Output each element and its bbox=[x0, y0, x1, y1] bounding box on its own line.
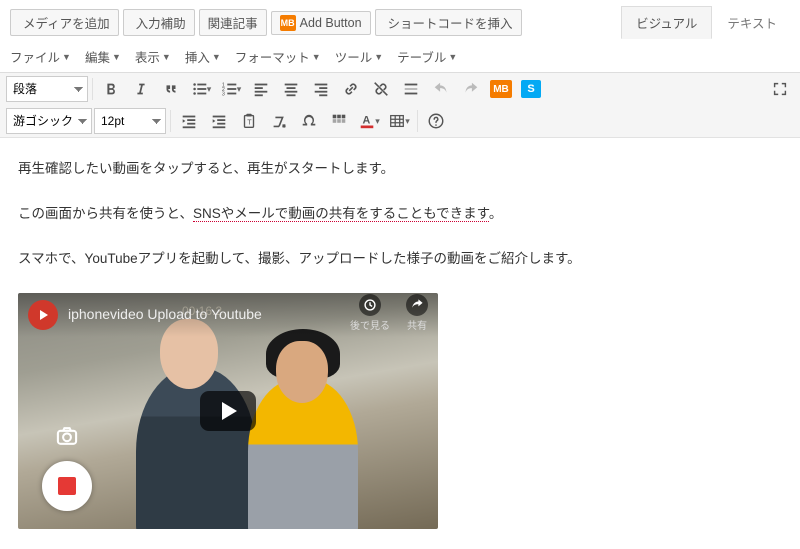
outdent-button[interactable] bbox=[175, 108, 203, 134]
paragraph: この画面から共有を使うと、SNSやメールで動画の共有をすることもできます。 bbox=[18, 203, 782, 226]
undo-button[interactable] bbox=[427, 76, 455, 102]
svg-text:3: 3 bbox=[222, 91, 225, 97]
menu-view[interactable]: 表示▼ bbox=[135, 47, 171, 66]
clear-format-button[interactable] bbox=[265, 108, 293, 134]
menu-format[interactable]: フォーマット▼ bbox=[235, 47, 321, 66]
s-badge-button[interactable]: S bbox=[517, 76, 545, 102]
font-family-select[interactable]: 游ゴシック体 bbox=[6, 108, 92, 134]
chevron-down-icon: ▼ bbox=[162, 52, 171, 62]
label: メディアを追加 bbox=[23, 13, 110, 32]
read-more-button[interactable] bbox=[397, 76, 425, 102]
tab-visual[interactable]: ビジュアル bbox=[621, 6, 712, 39]
chevron-down-icon: ▼ bbox=[448, 52, 457, 62]
menu-table[interactable]: テーブル▼ bbox=[397, 47, 457, 66]
s-badge: S bbox=[521, 80, 541, 98]
label: ショートコードを挿入 bbox=[388, 13, 513, 32]
insert-shortcode-button[interactable]: ショートコードを挿入 bbox=[375, 9, 522, 36]
record-button-icon bbox=[42, 461, 92, 511]
chevron-down-icon: ▾ bbox=[207, 84, 212, 95]
editor-content[interactable]: 再生確認したい動画をタップすると、再生がスタートします。 この画面から共有を使う… bbox=[0, 138, 800, 549]
svg-text:T: T bbox=[247, 118, 252, 127]
align-left-button[interactable] bbox=[247, 76, 275, 102]
mb-badge-button[interactable]: MB bbox=[487, 76, 515, 102]
indent-button[interactable] bbox=[205, 108, 233, 134]
numbered-list-button[interactable]: 123▾ bbox=[217, 76, 245, 102]
tab-text[interactable]: テキスト bbox=[712, 6, 792, 39]
label: 入力補助 bbox=[136, 13, 186, 32]
label: Add Button bbox=[300, 16, 362, 30]
youtube-logo-icon bbox=[28, 300, 58, 330]
add-button-button[interactable]: MB Add Button bbox=[271, 11, 371, 35]
table-button[interactable]: ▾ bbox=[385, 108, 413, 134]
redo-button[interactable] bbox=[457, 76, 485, 102]
play-button[interactable] bbox=[200, 391, 256, 431]
chevron-down-icon: ▼ bbox=[112, 52, 121, 62]
youtube-embed[interactable]: 00:16.2 iphonevideo Upload to Youtube 後で… bbox=[18, 293, 438, 529]
chevron-down-icon: ▼ bbox=[212, 52, 221, 62]
input-assist-button[interactable]: 入力補助 bbox=[123, 9, 195, 36]
camera-overlay-icon bbox=[52, 421, 82, 451]
menu-insert[interactable]: 挿入▼ bbox=[185, 47, 221, 66]
special-char-button[interactable] bbox=[295, 108, 323, 134]
svg-text:A: A bbox=[363, 115, 371, 127]
menu-tools[interactable]: ツール▼ bbox=[335, 47, 383, 66]
video-title: iphonevideo Upload to Youtube bbox=[68, 303, 262, 327]
related-articles-button[interactable]: 関連記事 bbox=[199, 9, 267, 36]
paragraph: 再生確認したい動画をタップすると、再生がスタートします。 bbox=[18, 158, 782, 181]
paste-text-button[interactable]: T bbox=[235, 108, 263, 134]
font-size-select[interactable]: 12pt bbox=[94, 108, 166, 134]
link-button[interactable] bbox=[337, 76, 365, 102]
toolbar-toggle-button[interactable] bbox=[325, 108, 353, 134]
blockquote-button[interactable] bbox=[157, 76, 185, 102]
bold-button[interactable] bbox=[97, 76, 125, 102]
paragraph: スマホで、YouTubeアプリを起動して、撮影、アップロードした様子の動画をご紹… bbox=[18, 248, 782, 271]
chevron-down-icon: ▼ bbox=[312, 52, 321, 62]
align-center-button[interactable] bbox=[277, 76, 305, 102]
mb-icon: MB bbox=[280, 15, 296, 31]
chevron-down-icon: ▼ bbox=[374, 52, 383, 62]
block-format-select[interactable]: 段落 bbox=[6, 76, 88, 102]
bullet-list-button[interactable]: ▾ bbox=[187, 76, 215, 102]
text-color-button[interactable]: A▾ bbox=[355, 108, 383, 134]
add-media-button[interactable]: メディアを追加 bbox=[10, 9, 119, 36]
menu-edit[interactable]: 編集▼ bbox=[85, 47, 121, 66]
help-button[interactable] bbox=[422, 108, 450, 134]
chevron-down-icon: ▼ bbox=[62, 52, 71, 62]
mb-badge: MB bbox=[490, 80, 512, 98]
spellcheck-underline: SNSやメールで動画の共有をすることもできます bbox=[193, 206, 489, 222]
chevron-down-icon: ▾ bbox=[375, 116, 380, 127]
italic-button[interactable] bbox=[127, 76, 155, 102]
chevron-down-icon: ▾ bbox=[237, 84, 242, 95]
watch-later-button[interactable]: 後で見る bbox=[350, 294, 390, 335]
share-button[interactable]: 共有 bbox=[406, 294, 428, 335]
fullscreen-button[interactable] bbox=[766, 76, 794, 102]
align-right-button[interactable] bbox=[307, 76, 335, 102]
chevron-down-icon: ▾ bbox=[405, 116, 410, 127]
editor-tabs: ビジュアル テキスト bbox=[621, 6, 792, 39]
menu-file[interactable]: ファイル▼ bbox=[10, 47, 71, 66]
unlink-button[interactable] bbox=[367, 76, 395, 102]
